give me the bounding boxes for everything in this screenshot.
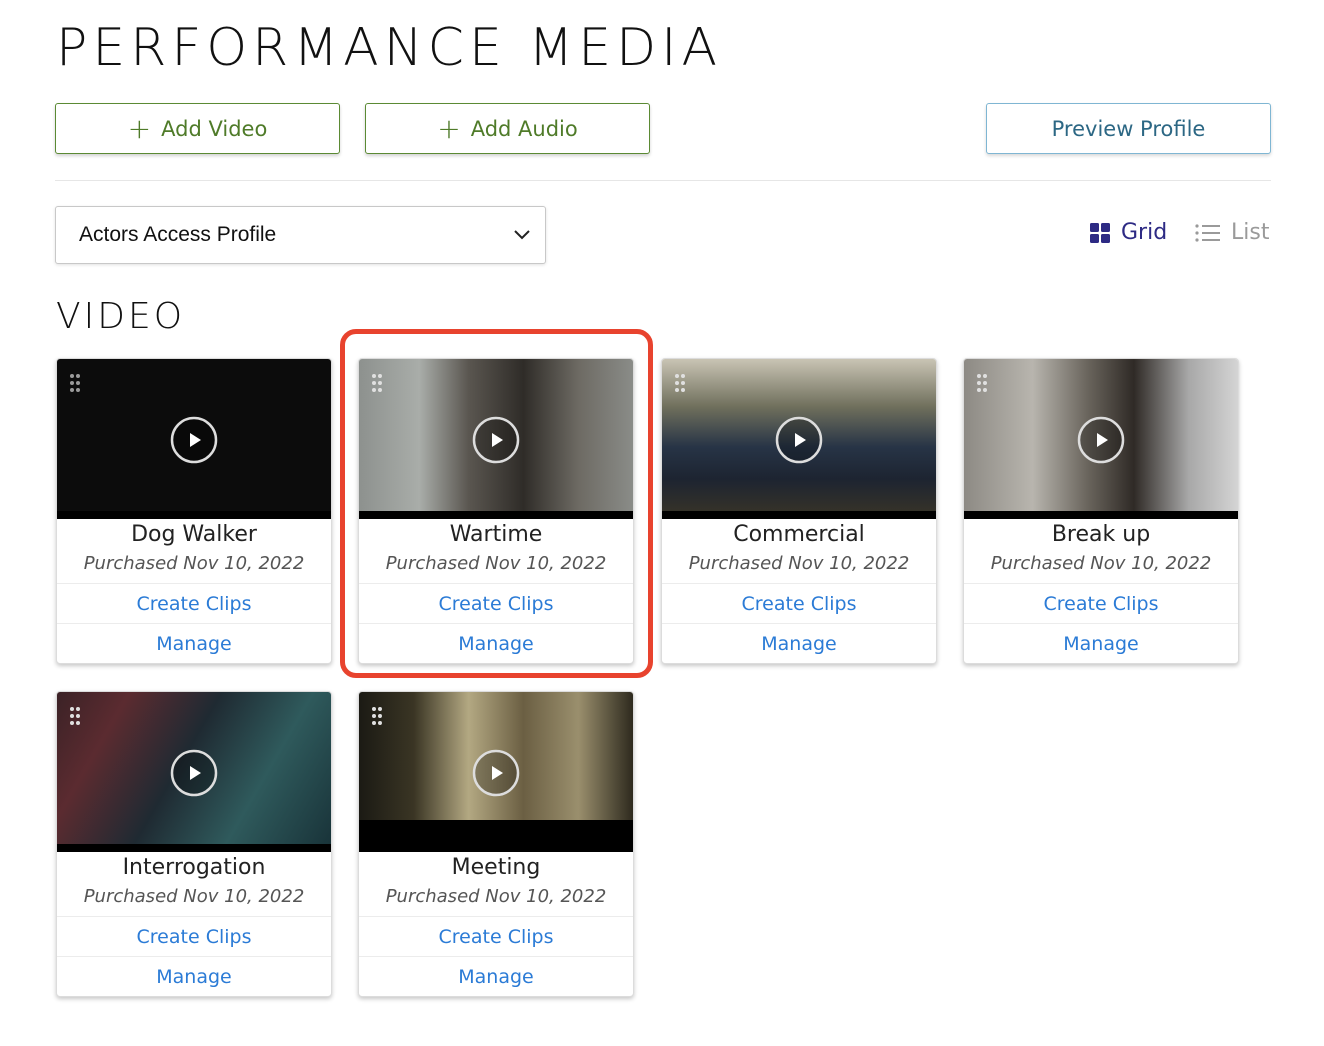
play-icon[interactable] xyxy=(472,416,520,464)
create-clips-link[interactable]: Create Clips xyxy=(359,917,633,957)
add-video-button[interactable]: + Add Video xyxy=(55,103,340,154)
video-purchase-date: Purchased Nov 10, 2022 xyxy=(662,552,936,584)
video-thumbnail[interactable] xyxy=(57,692,331,852)
page-title: PERFORMANCE MEDIA xyxy=(56,18,723,78)
drag-handle-icon[interactable] xyxy=(976,373,988,393)
manage-link[interactable]: Manage xyxy=(662,624,936,663)
play-icon[interactable] xyxy=(170,416,218,464)
grid-icon xyxy=(1090,222,1110,243)
preview-profile-label: Preview Profile xyxy=(1051,116,1206,141)
video-thumbnail[interactable] xyxy=(359,692,633,852)
plus-icon: + xyxy=(127,111,152,145)
video-purchase-date: Purchased Nov 10, 2022 xyxy=(57,552,331,584)
play-icon[interactable] xyxy=(170,749,218,797)
view-list-toggle[interactable]: List xyxy=(1195,220,1269,245)
drag-handle-icon[interactable] xyxy=(371,706,383,726)
create-clips-link[interactable]: Create Clips xyxy=(359,584,633,624)
profile-select[interactable]: Actors Access Profile xyxy=(55,206,546,264)
drag-handle-icon[interactable] xyxy=(69,373,81,393)
manage-link[interactable]: Manage xyxy=(359,957,633,996)
video-thumbnail[interactable] xyxy=(662,359,936,519)
add-audio-label: Add Audio xyxy=(470,116,578,141)
section-title: VIDEO xyxy=(56,296,186,337)
video-card: Meeting Purchased Nov 10, 2022 Create Cl… xyxy=(358,691,634,997)
video-thumbnail[interactable] xyxy=(57,359,331,519)
drag-handle-icon[interactable] xyxy=(371,373,383,393)
video-purchase-date: Purchased Nov 10, 2022 xyxy=(57,885,331,917)
grid-label: Grid xyxy=(1121,220,1168,245)
preview-profile-button[interactable]: Preview Profile xyxy=(986,103,1271,154)
video-card: Wartime Purchased Nov 10, 2022 Create Cl… xyxy=(358,358,634,664)
video-card: Commercial Purchased Nov 10, 2022 Create… xyxy=(661,358,937,664)
video-thumbnail[interactable] xyxy=(359,359,633,519)
manage-link[interactable]: Manage xyxy=(964,624,1238,663)
add-audio-button[interactable]: + Add Audio xyxy=(365,103,650,154)
video-title: Dog Walker xyxy=(131,522,257,547)
video-title: Commercial xyxy=(733,522,865,547)
video-title: Meeting xyxy=(451,855,541,880)
create-clips-link[interactable]: Create Clips xyxy=(57,584,331,624)
video-purchase-date: Purchased Nov 10, 2022 xyxy=(964,552,1238,584)
create-clips-link[interactable]: Create Clips xyxy=(964,584,1238,624)
play-icon[interactable] xyxy=(1077,416,1125,464)
video-title: Interrogation xyxy=(122,855,266,880)
divider xyxy=(55,180,1271,181)
plus-icon: + xyxy=(437,111,461,145)
add-video-label: Add Video xyxy=(161,116,268,141)
create-clips-link[interactable]: Create Clips xyxy=(662,584,936,624)
chevron-down-icon xyxy=(514,230,530,240)
drag-handle-icon[interactable] xyxy=(674,373,686,393)
list-icon xyxy=(1195,223,1220,242)
video-thumbnail[interactable] xyxy=(964,359,1238,519)
manage-link[interactable]: Manage xyxy=(359,624,633,663)
view-grid-toggle[interactable]: Grid xyxy=(1089,220,1167,245)
play-icon[interactable] xyxy=(472,749,520,797)
video-purchase-date: Purchased Nov 10, 2022 xyxy=(359,885,633,917)
play-icon[interactable] xyxy=(775,416,823,464)
manage-link[interactable]: Manage xyxy=(57,957,331,996)
video-card: Interrogation Purchased Nov 10, 2022 Cre… xyxy=(56,691,332,997)
video-title: Break up xyxy=(1051,522,1151,547)
manage-link[interactable]: Manage xyxy=(57,624,331,663)
video-card: Dog Walker Purchased Nov 10, 2022 Create… xyxy=(56,358,332,664)
list-label: List xyxy=(1231,220,1270,245)
video-title: Wartime xyxy=(449,522,543,547)
drag-handle-icon[interactable] xyxy=(69,706,81,726)
video-card: Break up Purchased Nov 10, 2022 Create C… xyxy=(963,358,1239,664)
profile-select-value: Actors Access Profile xyxy=(79,223,277,246)
video-purchase-date: Purchased Nov 10, 2022 xyxy=(359,552,633,584)
create-clips-link[interactable]: Create Clips xyxy=(57,917,331,957)
